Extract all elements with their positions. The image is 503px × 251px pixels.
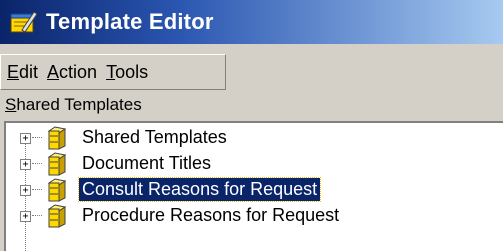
tree-node[interactable]: + Procedure Reasons for Request bbox=[6, 203, 503, 229]
tree-node-label[interactable]: Procedure Reasons for Request bbox=[79, 204, 342, 227]
tree-node-selected[interactable]: + Consult Reasons for Request bbox=[6, 177, 503, 203]
title-bar[interactable]: Template Editor bbox=[0, 0, 503, 44]
expand-toggle[interactable]: + bbox=[20, 185, 31, 196]
tree-node[interactable]: + Document Titles bbox=[6, 151, 503, 177]
expand-toggle[interactable]: + bbox=[20, 211, 31, 222]
menu-action[interactable]: Action bbox=[47, 62, 106, 83]
tree-node-label[interactable]: Consult Reasons for Request bbox=[77, 177, 322, 202]
menu-bar: Edit Action Tools bbox=[0, 54, 226, 90]
tree-node-label[interactable]: Document Titles bbox=[79, 152, 214, 175]
tree-branch-line bbox=[32, 163, 42, 164]
tree-branch-line bbox=[32, 137, 42, 138]
tree-node-label[interactable]: Shared Templates bbox=[79, 126, 230, 149]
window-title: Template Editor bbox=[46, 9, 214, 34]
book-stack-icon bbox=[47, 178, 67, 202]
menu-edit[interactable]: Edit bbox=[7, 62, 47, 83]
tree-branch-line bbox=[32, 215, 42, 216]
book-stack-icon bbox=[47, 126, 67, 150]
tree-node[interactable]: + Shared Templates bbox=[6, 125, 503, 151]
shared-templates-label: Shared Templates bbox=[5, 95, 142, 114]
book-stack-icon bbox=[47, 152, 67, 176]
expand-toggle[interactable]: + bbox=[20, 159, 31, 170]
notepad-pencil-icon bbox=[10, 11, 38, 33]
template-tree[interactable]: + Shared Templates + Document Titles + C… bbox=[4, 121, 503, 251]
menu-tools[interactable]: Tools bbox=[106, 62, 157, 83]
tree-branch-line bbox=[32, 189, 42, 190]
expand-toggle[interactable]: + bbox=[20, 133, 31, 144]
book-stack-icon bbox=[47, 204, 67, 228]
